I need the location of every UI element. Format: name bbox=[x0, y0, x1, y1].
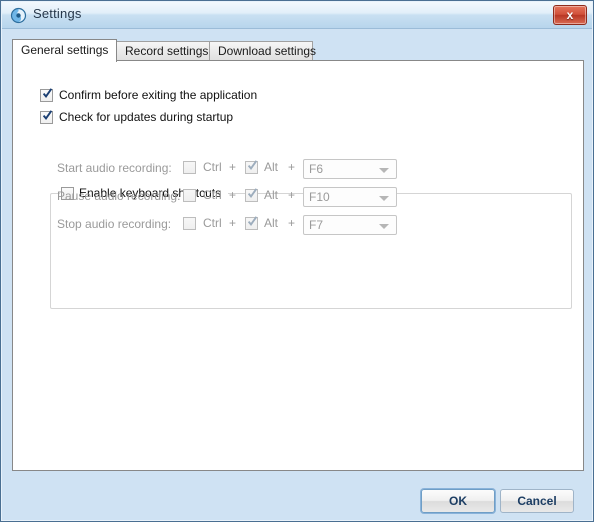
settings-dialog-window: Settings x General settings Record setti… bbox=[0, 0, 594, 522]
start-key-dropdown[interactable]: F6 bbox=[303, 159, 397, 179]
tab-download-settings[interactable]: Download settings bbox=[209, 41, 316, 61]
tab-general-settings[interactable]: General settings bbox=[12, 39, 117, 62]
stop-plus-2: + bbox=[288, 216, 296, 230]
start-key-value: F6 bbox=[309, 162, 324, 176]
stop-alt-label: Alt bbox=[264, 216, 279, 230]
pause-key-dropdown[interactable]: F10 bbox=[303, 187, 397, 207]
stop-ctrl-checkbox[interactable] bbox=[183, 217, 196, 230]
tab-strip: General settings Record settings Downloa… bbox=[12, 39, 584, 62]
pause-plus-2: + bbox=[288, 188, 296, 202]
check-icon bbox=[248, 160, 257, 170]
check-updates-label: Check for updates during startup bbox=[59, 110, 234, 124]
stop-key-value: F7 bbox=[309, 218, 324, 232]
app-swirl-icon bbox=[10, 7, 27, 24]
pause-plus-1: + bbox=[229, 188, 237, 202]
chevron-down-icon bbox=[379, 196, 389, 201]
start-alt-checkbox[interactable] bbox=[245, 160, 258, 174]
check-updates-checkbox[interactable] bbox=[40, 110, 53, 124]
stop-ctrl-label: Ctrl bbox=[203, 216, 222, 230]
start-plus-1: + bbox=[229, 160, 237, 174]
check-icon bbox=[248, 216, 257, 226]
pause-key-value: F10 bbox=[309, 190, 330, 204]
chevron-down-icon bbox=[379, 168, 389, 173]
stop-key-dropdown[interactable]: F7 bbox=[303, 215, 397, 235]
pause-ctrl-checkbox[interactable] bbox=[183, 189, 196, 202]
confirm-exit-checkbox[interactable] bbox=[40, 88, 53, 102]
stop-recording-label: Stop audio recording: bbox=[57, 217, 172, 231]
confirm-exit-label: Confirm before exiting the application bbox=[59, 88, 258, 102]
close-icon[interactable]: x bbox=[553, 5, 587, 25]
cancel-button[interactable]: Cancel bbox=[500, 489, 574, 513]
check-icon bbox=[43, 88, 52, 98]
ok-button[interactable]: OK bbox=[421, 489, 495, 513]
check-icon bbox=[248, 188, 257, 198]
start-recording-label: Start audio recording: bbox=[57, 161, 172, 175]
start-ctrl-checkbox[interactable] bbox=[183, 161, 196, 174]
pause-recording-label: Pause audio recording: bbox=[57, 189, 181, 203]
stop-alt-checkbox[interactable] bbox=[245, 216, 258, 230]
keyboard-shortcuts-groupbox bbox=[50, 186, 572, 309]
title-bar[interactable]: Settings x bbox=[2, 2, 592, 29]
start-alt-label: Alt bbox=[264, 160, 279, 174]
start-ctrl-label: Ctrl bbox=[203, 160, 222, 174]
start-plus-2: + bbox=[288, 160, 296, 174]
pause-alt-checkbox[interactable] bbox=[245, 188, 258, 202]
check-icon bbox=[43, 110, 52, 120]
pause-ctrl-label: Ctrl bbox=[203, 188, 222, 202]
general-settings-panel: Confirm before exiting the application C… bbox=[12, 60, 584, 471]
chevron-down-icon bbox=[379, 224, 389, 229]
pause-alt-label: Alt bbox=[264, 188, 279, 202]
window-title: Settings bbox=[33, 6, 82, 21]
stop-plus-1: + bbox=[229, 216, 237, 230]
tab-record-settings[interactable]: Record settings bbox=[116, 41, 210, 61]
